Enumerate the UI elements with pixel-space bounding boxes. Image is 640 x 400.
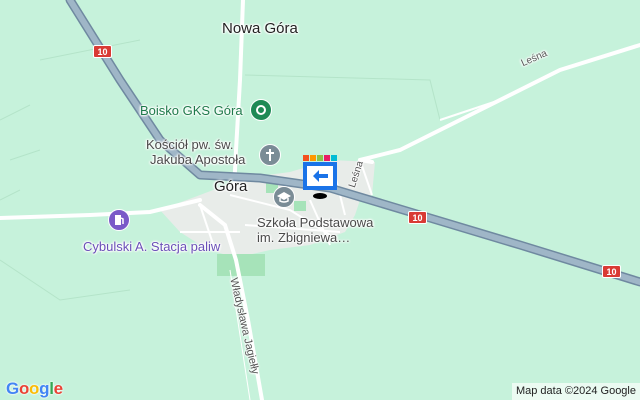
google-logo: Google [6,379,63,399]
fuel-pump-icon[interactable] [108,209,130,231]
google-logo-letter: o [18,379,30,398]
poi-label-school-line1[interactable]: Szkoła Podstawowa [257,216,373,229]
location-marker-icon[interactable] [303,155,337,201]
poi-label-church-line2[interactable]: Jakuba Apostoła [150,153,245,166]
route-10-shield: 10 [93,45,112,58]
google-logo-letter: e [53,379,63,398]
school-icon[interactable] [273,186,295,208]
poi-label-school-line2[interactable]: im. Zbigniewa… [257,231,350,244]
poi-label-boisko[interactable]: Boisko GKS Góra [140,104,243,117]
park-area [217,254,265,276]
google-logo-letter: G [6,379,19,398]
poi-label-church-line1[interactable]: Kościół pw. św. [146,138,233,151]
park-area-school [294,201,306,211]
google-logo-letter: g [39,379,50,398]
stadium-icon[interactable] [250,99,272,121]
map-attribution[interactable]: Map data ©2024 Google [511,383,640,400]
poi-label-fuel-station[interactable]: Cybulski A. Stacja paliw [83,240,220,253]
town-label-nowa-gora[interactable]: Nowa Góra [222,21,298,36]
church-cross-icon[interactable] [259,144,281,166]
route-10-shield: 10 [408,211,427,224]
route-10-shield: 10 [602,265,621,278]
google-logo-letter: o [29,379,40,398]
town-label-gora[interactable]: Góra [214,179,247,194]
